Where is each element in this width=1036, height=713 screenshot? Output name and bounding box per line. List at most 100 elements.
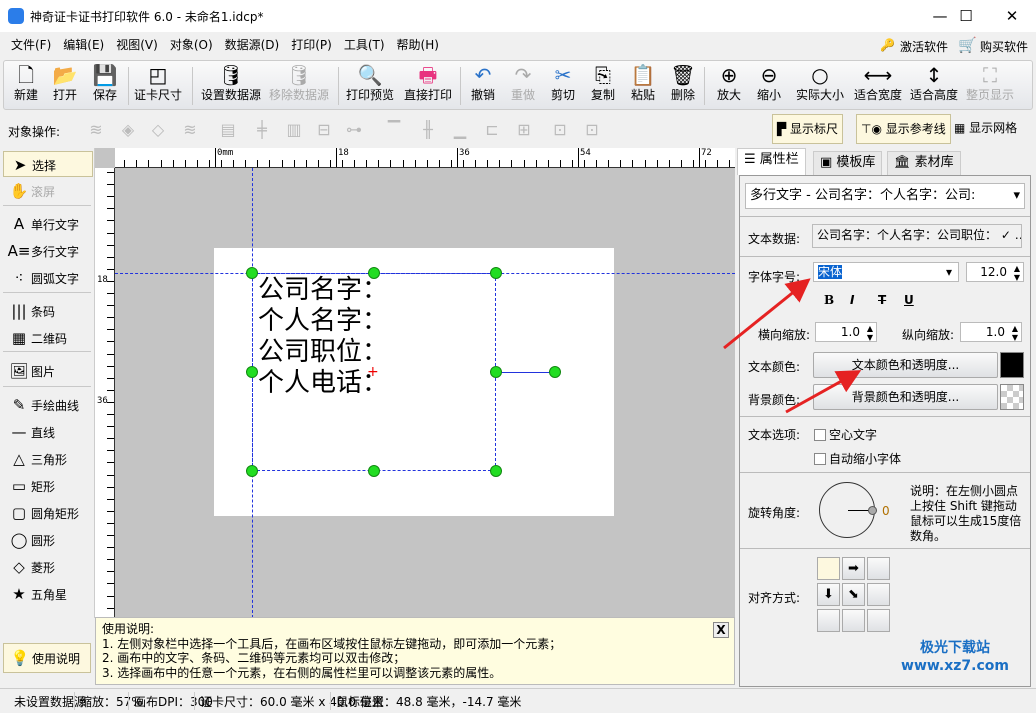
toolbar-paste-button[interactable]: 📋 粘贴 xyxy=(626,61,660,109)
toolbar-actual-size-button[interactable]: ○ 实际大小 xyxy=(792,61,848,109)
align-center[interactable]: ⬊ xyxy=(842,583,865,606)
resize-handle[interactable] xyxy=(246,465,258,477)
align-top-right[interactable] xyxy=(867,557,890,580)
menu-edit[interactable]: 编辑(E) xyxy=(57,32,110,58)
menu-tools[interactable]: 工具(T) xyxy=(338,32,391,58)
tool-star[interactable]: ★ 五角星 xyxy=(3,581,93,607)
toolbar-undo-button[interactable]: ↶ 撤销 xyxy=(466,61,500,109)
bg-color-button[interactable]: 背景颜色和透明度... xyxy=(813,384,998,410)
align-bottom-center[interactable] xyxy=(842,609,865,632)
object-op-icon[interactable]: ╫ xyxy=(418,120,438,139)
align-top-center[interactable]: ➡ xyxy=(842,557,865,580)
font-select[interactable]: 宋体 ▾ xyxy=(813,262,959,282)
object-op-icon[interactable]: ◈ xyxy=(118,120,138,139)
menu-object[interactable]: 对象(O) xyxy=(164,32,219,58)
tool-hand[interactable]: ✋ 滚屏 xyxy=(3,178,93,204)
activate-link[interactable]: 激活软件 xyxy=(900,38,948,55)
toolbar-redo-button[interactable]: ↷ 重做 xyxy=(506,61,540,109)
toolbar-fit-page-button[interactable]: ⛶ 整页显示 xyxy=(964,61,1016,109)
tool-circle[interactable]: ◯ 圆形 xyxy=(3,527,93,553)
object-op-icon[interactable]: ⊞ xyxy=(514,120,534,139)
toolbar-save-button[interactable]: 💾 保存 xyxy=(88,61,122,109)
toolbar-card-size-button[interactable]: ◰ 证卡尺寸 xyxy=(132,61,184,109)
resize-handle[interactable] xyxy=(490,366,502,378)
tool-triangle[interactable]: △ 三角形 xyxy=(3,446,93,472)
menu-help[interactable]: 帮助(H) xyxy=(391,32,445,58)
toolbar-database-button[interactable]: 🛢 设置数据源 xyxy=(198,61,264,109)
bold-button[interactable]: B xyxy=(824,293,834,307)
text-color-swatch[interactable] xyxy=(1000,352,1024,378)
object-op-icon[interactable]: ▁ xyxy=(450,120,470,139)
toolbar-trash-button[interactable]: 🗑 删除 xyxy=(666,61,700,109)
tool-line[interactable]: — 直线 xyxy=(3,419,93,445)
tool-qrcode[interactable]: ▦ 二维码 xyxy=(3,325,93,351)
align-bottom-left[interactable] xyxy=(817,609,840,632)
italic-button[interactable]: I xyxy=(850,293,854,307)
toolbar-new-file-button[interactable]: 🗋 新建 xyxy=(9,61,43,109)
tool-rounded-rect[interactable]: ▢ 圆角矩形 xyxy=(3,500,93,526)
object-op-icon[interactable]: ▤ xyxy=(218,120,238,139)
align-middle-left[interactable]: ⬇ xyxy=(817,583,840,606)
object-op-icon[interactable]: ⊡ xyxy=(582,120,602,139)
tool-multi-line-text[interactable]: A≡多行文字 xyxy=(3,238,93,264)
align-top-left[interactable] xyxy=(817,557,840,580)
tool-pen[interactable]: ✎ 手绘曲线 xyxy=(3,392,93,418)
object-op-icon[interactable]: ▥ xyxy=(284,120,304,139)
resize-handle[interactable] xyxy=(368,465,380,477)
toolbar-fit-height-button[interactable]: ↕ 适合高度 xyxy=(908,61,960,109)
tool-pointer[interactable]: ➤ 选择 xyxy=(3,151,93,177)
card-text-line[interactable]: 个人名字： xyxy=(258,306,388,336)
toolbar-copy-button[interactable]: ⎘ 复制 xyxy=(586,61,620,109)
rotate-dial[interactable] xyxy=(819,482,877,538)
tab-properties[interactable]: ☰ 属性栏 xyxy=(737,148,806,175)
hollow-checkbox[interactable]: 空心文字 xyxy=(814,426,877,443)
align-bottom-right[interactable] xyxy=(867,609,890,632)
text-data-field[interactable]: 公司名字：个人名字：公司职位： ✓ … xyxy=(812,224,1022,248)
object-op-icon[interactable]: ≋ xyxy=(86,120,106,139)
tool-arc-text[interactable]: ⁖ 圆弧文字 xyxy=(3,265,93,291)
toolbar-fit-width-button[interactable]: ⟷ 适合宽度 xyxy=(852,61,904,109)
maximize-button[interactable]: ☐ xyxy=(946,4,986,28)
menu-datasource[interactable]: 数据源(D) xyxy=(219,32,286,58)
show-guides-toggle[interactable]: ⊤◉ 显示参考线 xyxy=(856,114,951,144)
help-button[interactable]: 💡 使用说明 xyxy=(3,643,91,673)
tool-diamond[interactable]: ◇ 菱形 xyxy=(3,554,93,580)
resize-handle[interactable] xyxy=(490,465,502,477)
bg-color-swatch[interactable] xyxy=(1000,384,1024,410)
object-op-icon[interactable]: ≋ xyxy=(180,120,200,139)
show-ruler-toggle[interactable]: ▛ 显示标尺 xyxy=(772,114,844,144)
align-middle-right[interactable] xyxy=(867,583,890,606)
strikethrough-button[interactable]: T xyxy=(878,293,886,307)
object-select[interactable]: 多行文字 - 公司名字：个人名字：公司: ▾ xyxy=(745,183,1025,209)
menu-file[interactable]: 文件(F) xyxy=(5,32,57,58)
text-color-button[interactable]: 文本颜色和透明度... xyxy=(813,352,998,378)
tool-rectangle[interactable]: ▭ 矩形 xyxy=(3,473,93,499)
object-op-icon[interactable]: ▔ xyxy=(384,120,404,139)
resize-handle[interactable] xyxy=(368,267,380,279)
underline-button[interactable]: U xyxy=(904,293,914,307)
object-op-icon[interactable]: ⊟ xyxy=(314,120,334,139)
toolbar-database-remove-button[interactable]: 🛢 移除数据源 xyxy=(266,61,332,109)
autoshrink-checkbox[interactable]: 自动缩小字体 xyxy=(814,450,901,467)
toolbar-scissors-button[interactable]: ✂ 剪切 xyxy=(546,61,580,109)
tool-image[interactable]: 🖼 图片 xyxy=(3,358,93,384)
tab-materials[interactable]: 🏛 素材库 xyxy=(887,151,961,175)
toolbar-printer-button[interactable]: 🖶 直接打印 xyxy=(402,61,454,109)
object-op-icon[interactable]: ⊏ xyxy=(482,120,502,139)
card-text-line[interactable]: 公司名字： xyxy=(258,275,388,305)
buy-link[interactable]: 购买软件 xyxy=(980,38,1028,55)
tool-barcode[interactable]: ||| 条码 xyxy=(3,298,93,324)
canvas[interactable]: 公司名字： 个人名字： 公司职位： 个人电话： + xyxy=(115,168,735,618)
font-size-spinner[interactable]: 12.0 ▲ ▼ xyxy=(966,262,1024,282)
close-button[interactable]: ✕ xyxy=(992,4,1032,28)
toolbar-open-button[interactable]: 📂 打开 xyxy=(48,61,82,109)
show-grid-toggle[interactable]: ▦ 显示网格 xyxy=(950,114,1021,144)
tool-single-line-text[interactable]: A 单行文字 xyxy=(3,211,93,237)
vscale-spinner[interactable]: 1.0 ▲ ▼ xyxy=(960,322,1022,342)
toolbar-zoom-out-button[interactable]: ⊖ 缩小 xyxy=(752,61,786,109)
resize-handle[interactable] xyxy=(246,366,258,378)
object-op-icon[interactable]: ◇ xyxy=(148,120,168,139)
tab-templates[interactable]: ▣ 模板库 xyxy=(813,151,883,175)
resize-handle[interactable] xyxy=(490,267,502,279)
menu-print[interactable]: 打印(P) xyxy=(285,32,338,58)
